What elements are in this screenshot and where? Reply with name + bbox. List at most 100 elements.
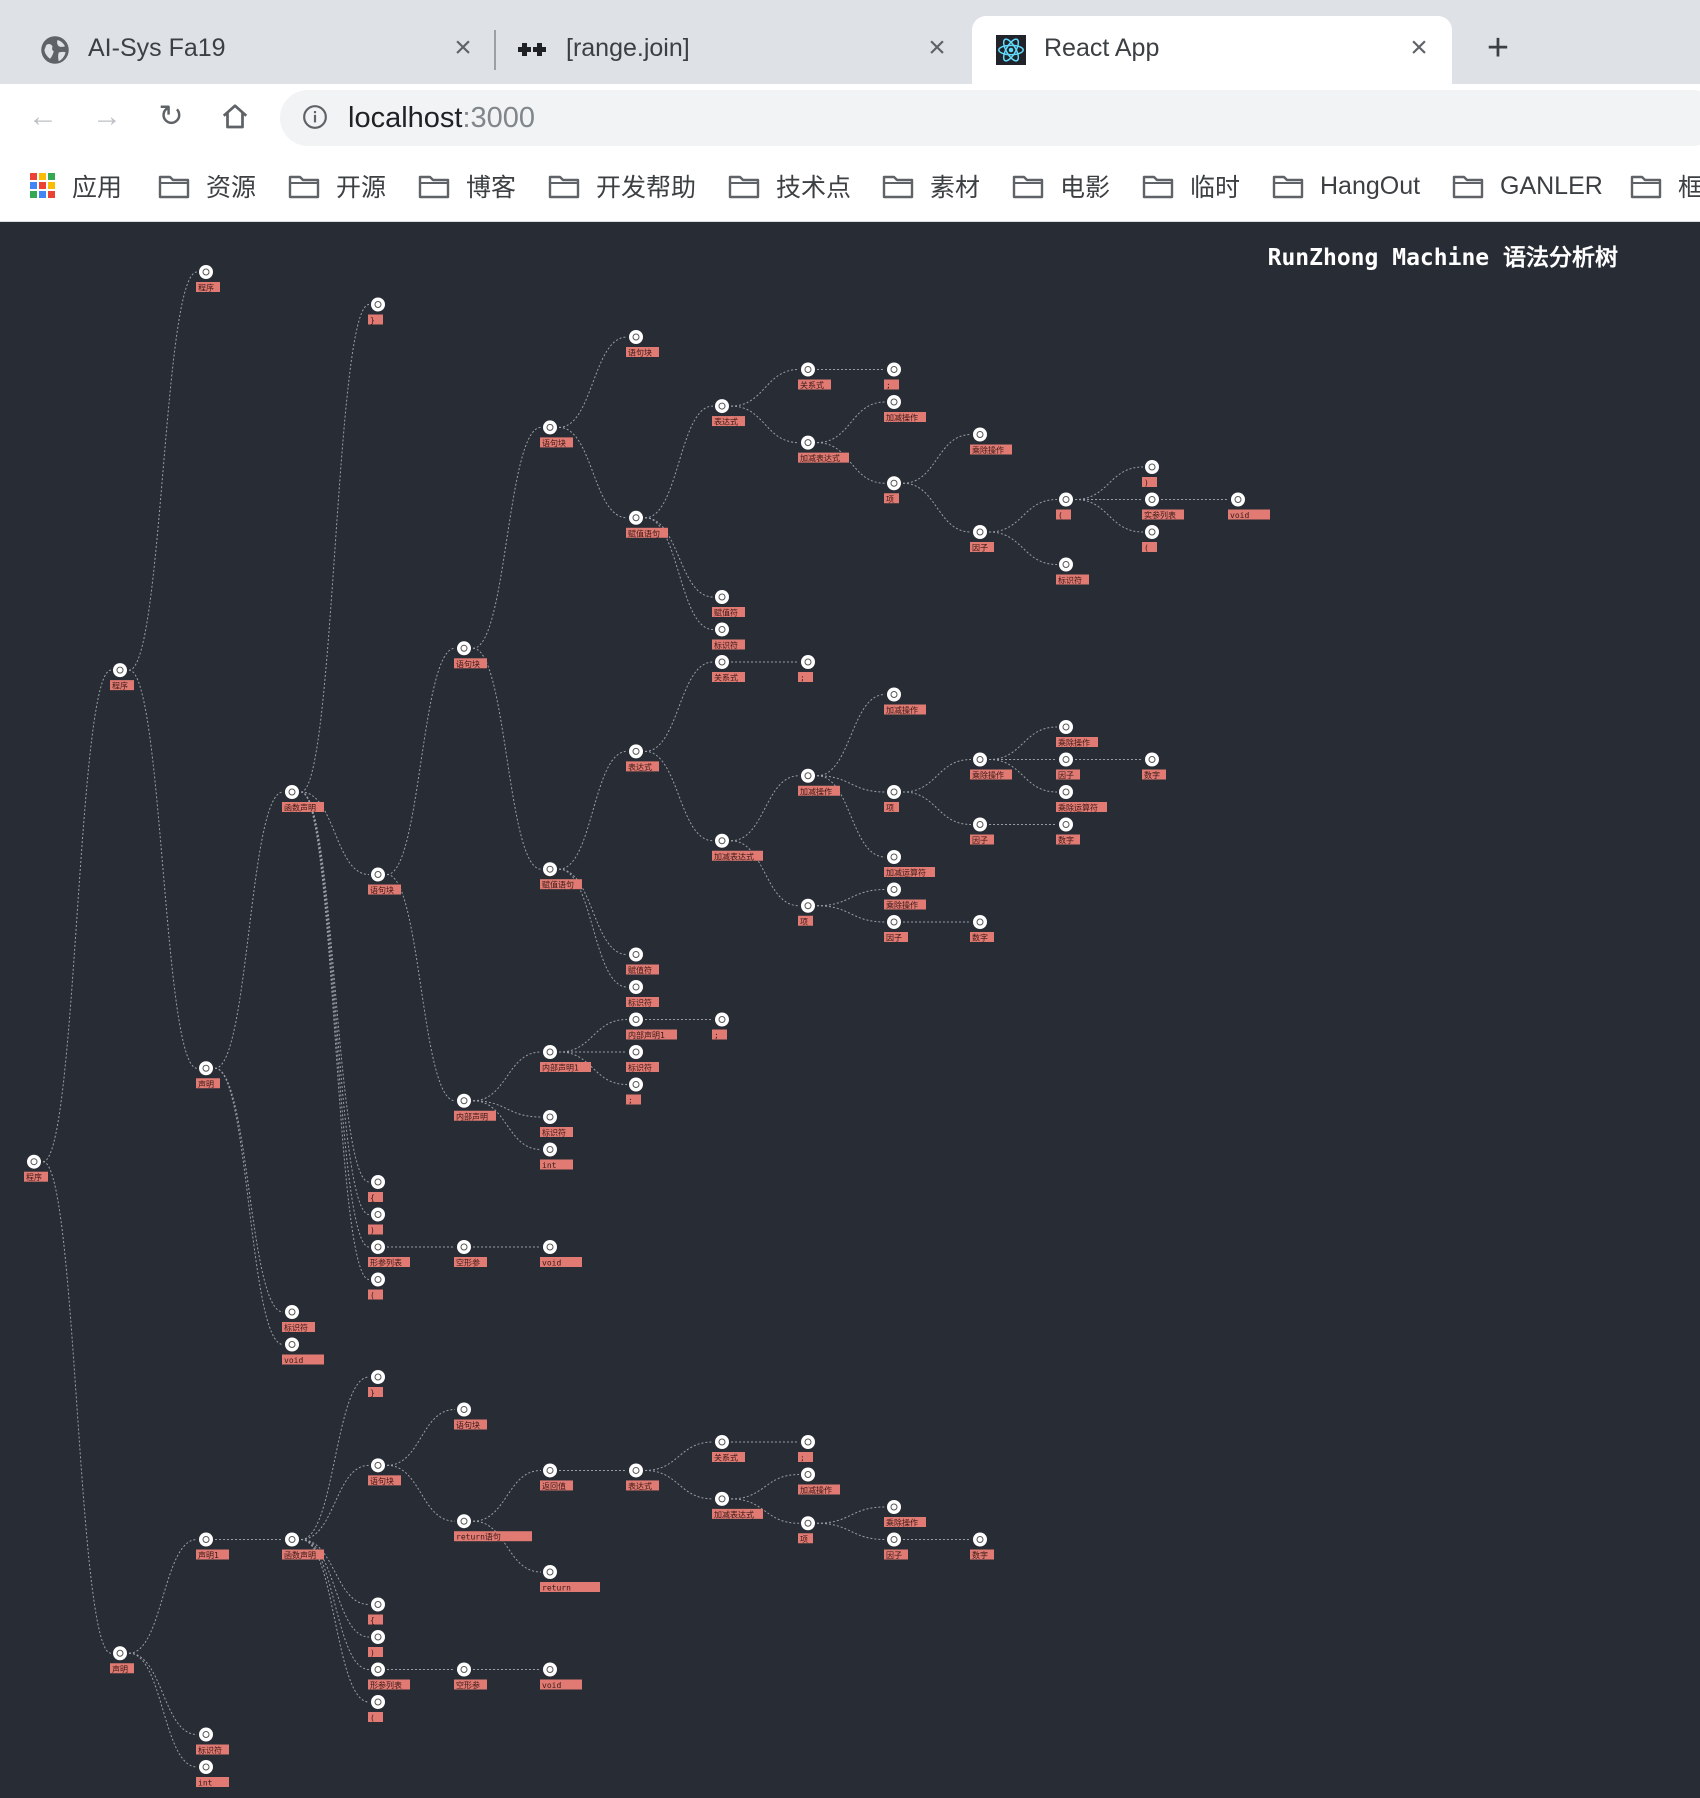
node-icon[interactable] (543, 1662, 557, 1677)
node-icon[interactable] (887, 362, 901, 377)
node-icon[interactable] (1059, 752, 1073, 767)
node-icon[interactable] (285, 1305, 299, 1319)
tree-node[interactable]: 因子 (1056, 752, 1080, 781)
node-icon[interactable] (629, 330, 643, 344)
tree-node[interactable]: return语句 (454, 1514, 532, 1542)
info-icon[interactable] (302, 104, 328, 130)
tree-node[interactable]: 加减表达式 (712, 833, 763, 862)
back-button[interactable]: ← (22, 96, 64, 138)
node-icon[interactable] (371, 1662, 385, 1677)
tree-node[interactable]: ( (1142, 525, 1159, 553)
new-tab-button[interactable]: + (1478, 28, 1518, 68)
node-icon[interactable] (801, 1435, 815, 1449)
node-icon[interactable] (887, 785, 901, 799)
reload-button[interactable]: ↻ (150, 96, 192, 138)
node-icon[interactable] (371, 1207, 385, 1222)
tree-node[interactable]: 语句块 (368, 1458, 401, 1486)
close-tab-icon[interactable]: × (920, 31, 954, 65)
node-icon[interactable] (457, 1093, 471, 1108)
tree-node[interactable]: 项 (798, 1516, 815, 1544)
node-icon[interactable] (199, 1727, 213, 1742)
tab-ai-sys[interactable]: AI-Sys Fa19 × (0, 16, 490, 84)
node-icon[interactable] (1145, 525, 1159, 539)
tree-node[interactable]: int (540, 1142, 573, 1171)
tree-node[interactable]: ; (798, 1435, 815, 1463)
tree-node[interactable]: return (540, 1565, 600, 1593)
tree-node[interactable]: 程序 (24, 1154, 48, 1183)
tree-node[interactable]: 加减操作 (884, 395, 926, 423)
tab-range-join[interactable]: [range.join] × (478, 16, 968, 84)
bookmark-folder[interactable]: 临时 (1142, 168, 1240, 204)
tree-node[interactable]: 程序 (110, 663, 134, 691)
node-icon[interactable] (113, 663, 127, 678)
tree-node[interactable]: ) (1142, 460, 1159, 488)
tree-node[interactable]: 赋值符 (626, 947, 659, 976)
tree-node[interactable]: 语句块 (454, 1402, 487, 1431)
node-icon[interactable] (543, 1045, 557, 1059)
node-icon[interactable] (457, 1240, 471, 1254)
node-icon[interactable] (543, 1142, 557, 1157)
node-icon[interactable] (1145, 492, 1159, 507)
tree-node[interactable]: 标识符 (196, 1727, 229, 1756)
node-icon[interactable] (285, 785, 299, 799)
node-icon[interactable] (543, 1110, 557, 1124)
tree-node[interactable]: 关系式 (712, 1435, 745, 1463)
tree-node[interactable]: 数字 (970, 1532, 994, 1561)
forward-button[interactable]: → (86, 96, 128, 138)
bookmark-folder[interactable]: 电影 (1012, 168, 1110, 204)
tree-node[interactable]: 数字 (1056, 817, 1080, 846)
tree-node[interactable]: 标识符 (626, 980, 659, 1008)
tree-node[interactable]: 语句块 (626, 330, 659, 358)
tree-node[interactable]: void (540, 1240, 582, 1268)
node-icon[interactable] (973, 915, 987, 929)
node-icon[interactable] (973, 752, 987, 767)
node-icon[interactable] (715, 655, 729, 669)
node-icon[interactable] (801, 655, 815, 669)
tree-node[interactable]: 数字 (970, 915, 994, 943)
node-icon[interactable] (629, 1077, 643, 1092)
tree-node[interactable]: ( (368, 1695, 385, 1723)
node-icon[interactable] (371, 1695, 385, 1709)
url-text[interactable]: localhost:3000 (348, 102, 535, 135)
node-icon[interactable] (801, 435, 815, 450)
tree-node[interactable]: 加减操作 (798, 768, 840, 797)
tree-node[interactable]: 因子 (884, 1532, 908, 1561)
home-button[interactable] (214, 96, 256, 138)
node-icon[interactable] (629, 744, 643, 759)
tree-node[interactable]: void (1228, 492, 1270, 521)
node-icon[interactable] (887, 1532, 901, 1547)
node-icon[interactable] (371, 1175, 385, 1189)
tree-node[interactable]: 乘除操作 (1056, 720, 1098, 748)
node-icon[interactable] (457, 1662, 471, 1677)
tree-node[interactable]: void (282, 1337, 324, 1366)
tree-node[interactable]: 函数声明 (282, 1532, 324, 1561)
node-icon[interactable] (887, 915, 901, 929)
tree-node[interactable]: 内部声明 (454, 1093, 496, 1122)
node-icon[interactable] (543, 1463, 557, 1478)
node-icon[interactable] (457, 1402, 471, 1417)
bookmark-apps[interactable]: 应用 (30, 168, 122, 204)
node-icon[interactable] (1145, 460, 1159, 474)
tree-node[interactable]: 空形参 (454, 1662, 487, 1691)
tree-node[interactable]: 标识符 (712, 622, 745, 651)
node-icon[interactable] (715, 590, 729, 604)
node-icon[interactable] (973, 1532, 987, 1547)
tree-node[interactable]: 表达式 (626, 1463, 659, 1491)
node-icon[interactable] (1059, 720, 1073, 734)
tree-node[interactable]: 加减运算符 (884, 850, 935, 878)
node-icon[interactable] (1059, 492, 1073, 507)
tree-node[interactable]: 因子 (970, 817, 994, 846)
node-icon[interactable] (199, 265, 213, 279)
node-icon[interactable] (973, 817, 987, 832)
tree-node[interactable]: void (540, 1662, 582, 1691)
node-icon[interactable] (715, 1491, 729, 1506)
bookmark-folder[interactable]: 开发帮助 (548, 168, 696, 204)
node-icon[interactable] (1059, 557, 1073, 572)
node-icon[interactable] (543, 1240, 557, 1254)
node-icon[interactable] (543, 420, 557, 435)
node-icon[interactable] (1145, 752, 1159, 767)
node-icon[interactable] (715, 833, 729, 848)
bookmark-folder[interactable]: 技术点 (728, 168, 851, 204)
bookmark-folder[interactable]: GANLER (1452, 168, 1603, 204)
tree-node[interactable]: 加减表达式 (712, 1491, 763, 1520)
